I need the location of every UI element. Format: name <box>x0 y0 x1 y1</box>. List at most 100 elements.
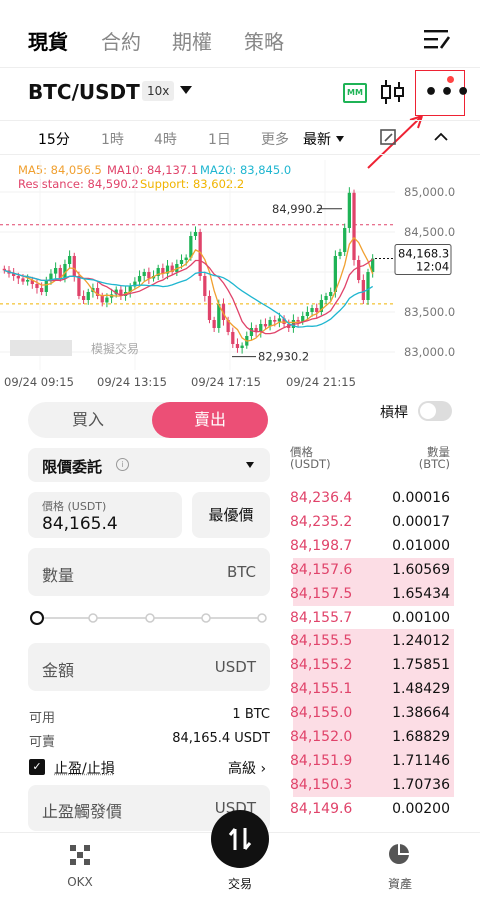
advanced-link[interactable]: 高級 › <box>228 758 266 778</box>
draw-tool-icon[interactable] <box>380 129 398 147</box>
interval-1h[interactable]: 1時 <box>101 129 124 149</box>
candle-body <box>67 256 72 264</box>
watermark-label: 模擬交易 <box>91 341 139 356</box>
okx-logo-icon[interactable] <box>70 845 90 865</box>
ask-quantity: 0.01000 <box>392 537 450 554</box>
orderbook-row[interactable]: 84,151.9 1.71146 <box>288 748 454 773</box>
candle-body <box>72 256 76 276</box>
x-tick-label: 09/24 09:15 <box>4 375 74 389</box>
tpsl-checkbox[interactable]: ✓ <box>29 759 45 775</box>
orderbook-row[interactable]: 84,155.7 0.00100 <box>288 606 454 630</box>
quantity-placeholder: 數量 <box>42 566 75 585</box>
ask-price: 84,157.6 <box>290 561 353 578</box>
more-options-icon[interactable]: ••• <box>424 80 472 105</box>
orderbook-row[interactable]: 84,235.2 0.00017 <box>288 510 454 534</box>
buy-tab[interactable]: 買入 <box>28 402 148 438</box>
price-chart[interactable]: 85,000.0 84,500.0 83,500.0 83,000.0 84,990.2… <box>0 160 480 390</box>
best-price-button[interactable]: 最優價 <box>192 492 270 538</box>
candle-body <box>142 272 146 276</box>
menu-edit-icon[interactable] <box>424 28 450 50</box>
nav-assets[interactable]: 資產 <box>360 875 440 892</box>
tab-spot[interactable]: 現貨 <box>28 26 68 55</box>
interval-1d[interactable]: 1日 <box>208 129 231 149</box>
orderbook-row[interactable]: 84,150.3 1.70736 <box>288 772 454 797</box>
market-maker-icon[interactable]: MM <box>343 83 367 103</box>
tab-futures[interactable]: 合約 <box>101 26 141 55</box>
candle-body <box>240 345 244 348</box>
sell-tab[interactable]: 賣出 <box>152 402 268 438</box>
orderbook-row[interactable]: 84,155.1 1.48429 <box>288 677 454 702</box>
candlestick-icon[interactable] <box>380 78 406 106</box>
amount-input[interactable]: 金額 USDT <box>28 643 270 691</box>
candle-body <box>352 192 356 260</box>
candle-body <box>277 318 282 322</box>
nav-trade[interactable]: 交易 <box>200 875 280 892</box>
candle-body <box>179 260 184 264</box>
order-type-select[interactable]: 限價委託 i <box>28 448 270 482</box>
price-input-value[interactable]: 84,165.4 <box>42 514 118 534</box>
candle-body <box>44 280 48 292</box>
ob-qty-header-2: (BTC) <box>418 457 450 471</box>
leverage-label: 槓桿 <box>380 405 408 421</box>
candle-body <box>189 236 193 258</box>
info-icon[interactable]: i <box>116 458 129 471</box>
candle-body <box>207 296 212 320</box>
price-type-select[interactable]: 最新 <box>303 129 331 149</box>
ask-price: 84,152.0 <box>290 729 353 745</box>
assets-pie-icon[interactable] <box>388 843 410 865</box>
ask-quantity: 0.00100 <box>392 609 450 626</box>
ask-quantity: 1.60569 <box>392 561 450 578</box>
amount-unit: USDT <box>214 658 256 676</box>
orderbook-row[interactable]: 84,157.6 1.60569 <box>288 557 454 582</box>
candle-body <box>16 276 20 279</box>
candle-body <box>357 260 361 280</box>
tab-options[interactable]: 期權 <box>172 26 212 55</box>
candle-body <box>361 280 365 300</box>
candle-body <box>137 276 142 282</box>
quantity-input[interactable]: 數量 BTC <box>28 548 270 596</box>
orderbook-row[interactable]: 84,155.5 1.24012 <box>288 629 454 654</box>
available-label: 可用 <box>29 711 56 726</box>
orderbook-row[interactable]: 84,198.7 0.01000 <box>288 534 454 558</box>
y-tick-label: 84,500.0 <box>404 225 455 239</box>
orderbook-row[interactable]: 84,155.0 1.38664 <box>288 701 454 726</box>
orderbook-row[interactable]: 84,152.0 1.68829 <box>288 725 454 749</box>
interval-more[interactable]: 更多 <box>261 129 289 149</box>
candle-body <box>315 308 319 312</box>
orderbook-row[interactable]: 84,149.6 0.00200 <box>288 797 454 821</box>
ask-quantity: 1.24012 <box>392 633 450 650</box>
orderbook-row[interactable]: 84,157.5 1.65434 <box>288 581 454 606</box>
candle-body <box>35 284 39 288</box>
nav-okx[interactable]: OKX <box>40 875 120 889</box>
chevron-down-icon[interactable] <box>180 86 192 94</box>
orderbook-row[interactable]: 84,236.4 0.00016 <box>288 486 454 510</box>
candle-body <box>193 232 198 236</box>
candle-body <box>26 280 30 282</box>
current-price-label: 84,168.3 <box>398 247 449 261</box>
tpsl-label[interactable]: 止盈/止損 <box>54 758 115 778</box>
price-input[interactable]: 價格 (USDT) 84,165.4 <box>28 492 182 538</box>
pair-symbol[interactable]: BTC/USDT <box>28 80 140 104</box>
interval-15m[interactable]: 15分 <box>38 129 70 149</box>
collapse-chevron-icon[interactable] <box>434 132 448 142</box>
trade-fab-button[interactable] <box>211 810 269 868</box>
candle-body <box>77 276 81 296</box>
ask-price: 84,157.5 <box>290 585 353 602</box>
ask-quantity: 0.00016 <box>392 490 450 506</box>
leverage-toggle[interactable] <box>418 401 452 421</box>
divider <box>0 120 480 121</box>
ask-price: 84,235.2 <box>290 513 353 530</box>
sellable-value: 84,165.4 USDT <box>172 731 270 746</box>
interval-bar: 15分 1時 4時 1日 更多 最新 <box>0 122 480 154</box>
interval-4h[interactable]: 4時 <box>154 129 177 149</box>
divider <box>0 154 480 155</box>
orderbook-row[interactable]: 84,155.2 1.75851 <box>288 653 454 678</box>
candle-body <box>296 320 300 322</box>
tab-strategy[interactable]: 策略 <box>244 26 284 55</box>
amount-slider[interactable] <box>30 610 270 626</box>
ask-price: 84,155.2 <box>290 657 353 674</box>
ask-price: 84,155.5 <box>290 633 353 650</box>
ask-price: 84,236.4 <box>290 490 353 506</box>
countdown-label: 12:04 <box>416 260 449 274</box>
price-input-label: 價格 (USDT) <box>42 500 107 513</box>
